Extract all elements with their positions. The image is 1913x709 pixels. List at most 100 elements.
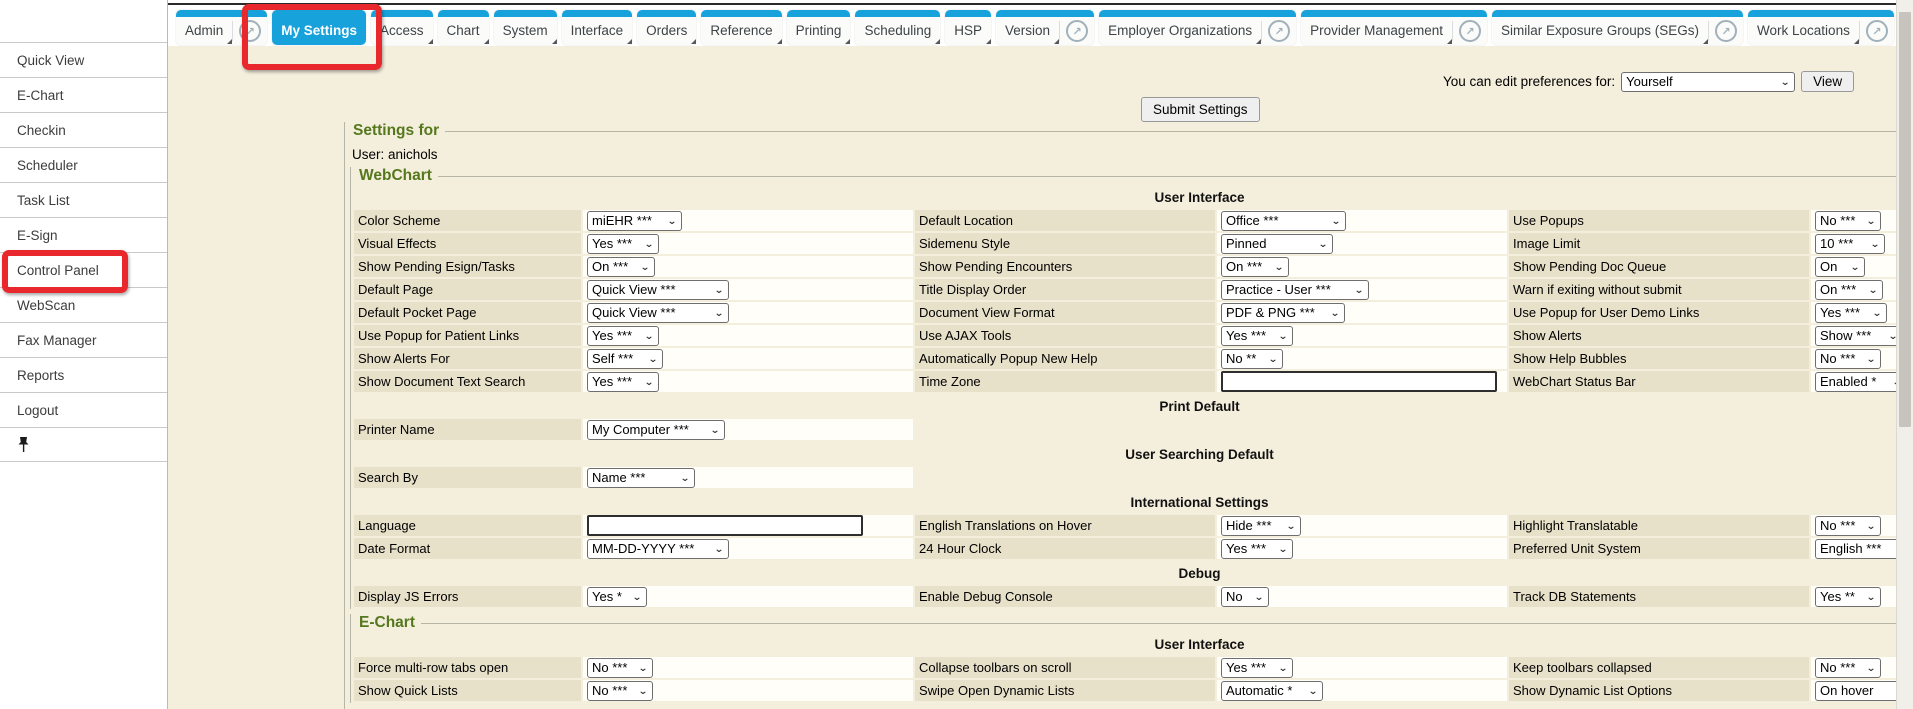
scrollbar-thumb[interactable]	[1899, 12, 1911, 427]
tab-label: Scheduling	[855, 17, 940, 45]
sidebar-pin-toggle[interactable]	[0, 427, 167, 462]
display-js-errors-value-cell: Yes *⌄	[583, 586, 913, 607]
tab-divider	[1859, 21, 1860, 41]
sidebar-item-control-panel[interactable]: Control Panel	[0, 252, 167, 287]
tab-reference[interactable]: Reference	[701, 10, 781, 45]
show-pending-esign-tasks-value-cell: On ***⌄	[583, 256, 913, 277]
sidebar-item-logout[interactable]: Logout	[0, 392, 167, 427]
chevron-down-icon: ⌄	[1850, 261, 1860, 272]
tab-orders[interactable]: Orders	[637, 10, 696, 45]
enable-debug-console-select[interactable]: No⌄	[1221, 587, 1269, 607]
date-format-select[interactable]: MM-DD-YYYY ***⌄	[587, 539, 729, 559]
sidebar-item-scheduler[interactable]: Scheduler	[0, 147, 167, 182]
keep-toolbars-collapsed-select[interactable]: No ***⌄	[1815, 658, 1881, 678]
force-multi-row-tabs-open-label: Force multi-row tabs open	[354, 657, 581, 678]
sidebar-item-task-list[interactable]: Task List	[0, 182, 167, 217]
use-popup-for-patient-links-select[interactable]: Yes ***⌄	[587, 326, 659, 346]
tab-corner-triangle-icon	[1054, 39, 1059, 44]
highlight-translatable-select[interactable]: No ***⌄	[1815, 516, 1881, 536]
legend-divider-line	[445, 131, 1913, 132]
sidebar-item-e-chart[interactable]: E-Chart	[0, 77, 167, 112]
show-dynamic-list-options-select[interactable]: On hover⌄	[1815, 681, 1909, 701]
settings-row: Search ByName ***⌄	[354, 467, 1913, 488]
sidebar-item-reports[interactable]: Reports	[0, 357, 167, 392]
preferences-label: You can edit preferences for:	[1443, 74, 1615, 89]
sidebar-item-checkin[interactable]: Checkin	[0, 112, 167, 147]
track-db-statements-select[interactable]: Yes **⌄	[1815, 587, 1881, 607]
show-alerts-select[interactable]: Show ***⌄	[1815, 326, 1903, 346]
settings-table-user-interface: Color SchememiEHR ***⌄Default LocationOf…	[352, 208, 1913, 394]
show-quick-lists-select[interactable]: No ***⌄	[587, 681, 653, 701]
color-scheme-select[interactable]: miEHR ***⌄	[587, 211, 682, 231]
webchart-status-bar-select[interactable]: Enabled *⌄	[1815, 372, 1907, 392]
24-hour-clock-select[interactable]: Yes ***⌄	[1221, 539, 1293, 559]
warn-if-exiting-without-submit-select[interactable]: On ***⌄	[1815, 280, 1883, 300]
group-header-international-settings: International Settings	[351, 490, 1913, 513]
tab-scheduling[interactable]: Scheduling	[855, 10, 940, 45]
time-zone-input[interactable]	[1221, 371, 1497, 392]
tab-similar-exposure-groups-segs[interactable]: Similar Exposure Groups (SEGs)↗	[1492, 10, 1743, 45]
image-limit-select[interactable]: 10 ***⌄	[1815, 234, 1885, 254]
show-pending-encounters-select[interactable]: On ***⌄	[1221, 257, 1289, 277]
tab-access[interactable]: Access	[371, 10, 433, 45]
show-pending-esign-tasks-select[interactable]: On ***⌄	[587, 257, 655, 277]
top-border-line	[168, 3, 1896, 5]
visual-effects-select[interactable]: Yes ***⌄	[587, 234, 659, 254]
select-value: No **	[1226, 351, 1256, 366]
tab-interface[interactable]: Interface	[562, 10, 633, 45]
tab-employer-organizations[interactable]: Employer Organizations↗	[1099, 10, 1296, 45]
use-ajax-tools-select[interactable]: Yes ***⌄	[1221, 326, 1293, 346]
tab-printing[interactable]: Printing	[787, 10, 851, 45]
default-pocket-page-select[interactable]: Quick View ***⌄	[587, 303, 729, 323]
search-by-select[interactable]: Name ***⌄	[587, 468, 695, 488]
tab-label: Printing	[787, 17, 851, 45]
automatically-popup-new-help-select[interactable]: No **⌄	[1221, 349, 1283, 369]
select-value: Name ***	[592, 470, 645, 485]
show-pending-doc-queue-select[interactable]: On⌄	[1815, 257, 1865, 277]
printer-name-select[interactable]: My Computer ***⌄	[587, 420, 725, 440]
tab-my-settings[interactable]: My Settings	[272, 10, 366, 45]
show-document-text-search-select[interactable]: Yes ***⌄	[587, 372, 659, 392]
show-help-bubbles-select[interactable]: No ***⌄	[1815, 349, 1881, 369]
english-translations-on-hover-select[interactable]: Hide ***⌄	[1221, 516, 1301, 536]
edit-preferences-for-select[interactable]: Yourself ⌄	[1621, 72, 1795, 92]
tab-provider-management[interactable]: Provider Management↗	[1301, 10, 1487, 45]
popup-arrow-icon[interactable]: ↗	[1866, 20, 1888, 42]
show-alerts-for-select[interactable]: Self ***⌄	[587, 349, 663, 369]
document-view-format-select[interactable]: PDF & PNG ***⌄	[1221, 303, 1345, 323]
tab-system[interactable]: System	[494, 10, 557, 45]
scrollbar[interactable]	[1896, 0, 1913, 709]
sidebar-item-e-sign[interactable]: E-Sign	[0, 217, 167, 252]
use-popup-for-user-demo-links-select[interactable]: Yes ***⌄	[1815, 303, 1887, 323]
tab-chart[interactable]: Chart	[438, 10, 489, 45]
popup-arrow-icon[interactable]: ↗	[239, 20, 261, 42]
tab-version[interactable]: Version↗	[996, 10, 1094, 45]
language-input[interactable]	[587, 515, 863, 536]
visual-effects-label: Visual Effects	[354, 233, 581, 254]
force-multi-row-tabs-open-select[interactable]: No ***⌄	[587, 658, 653, 678]
sidebar-item-quick-view[interactable]: Quick View	[0, 42, 167, 77]
chevron-down-icon: ⌄	[640, 261, 650, 272]
chevron-down-icon: ⌄	[644, 330, 654, 341]
submit-settings-button[interactable]: Submit Settings	[1141, 97, 1260, 122]
default-page-select[interactable]: Quick View ***⌄	[587, 280, 729, 300]
popup-arrow-icon[interactable]: ↗	[1459, 20, 1481, 42]
default-location-select[interactable]: Office ***⌄	[1221, 211, 1346, 231]
tab-admin[interactable]: Admin↗	[176, 10, 267, 45]
sidebar-item-fax-manager[interactable]: Fax Manager	[0, 322, 167, 357]
title-display-order-select[interactable]: Practice - User ***⌄	[1221, 280, 1369, 300]
popup-arrow-icon[interactable]: ↗	[1715, 20, 1737, 42]
popup-arrow-icon[interactable]: ↗	[1268, 20, 1290, 42]
popup-arrow-icon[interactable]: ↗	[1066, 20, 1088, 42]
visual-effects-value-cell: Yes ***⌄	[583, 233, 913, 254]
swipe-open-dynamic-lists-select[interactable]: Automatic *⌄	[1221, 681, 1323, 701]
display-js-errors-select[interactable]: Yes *⌄	[587, 587, 647, 607]
collapse-toolbars-on-scroll-select[interactable]: Yes ***⌄	[1221, 658, 1293, 678]
use-popups-select[interactable]: No ***⌄	[1815, 211, 1881, 231]
tab-hsp[interactable]: HSP	[945, 10, 991, 45]
sidebar-item-webscan[interactable]: WebScan	[0, 287, 167, 322]
sidemenu-style-select[interactable]: Pinned⌄	[1221, 234, 1333, 254]
tab-work-locations[interactable]: Work Locations↗	[1748, 10, 1894, 45]
image-limit-label: Image Limit	[1509, 233, 1809, 254]
view-button[interactable]: View	[1801, 71, 1854, 92]
